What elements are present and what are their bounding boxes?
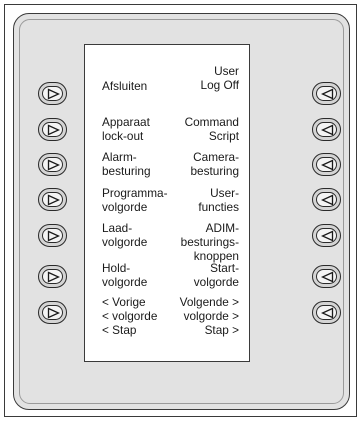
label-hold-volgorde: Hold- volgorde [102, 261, 148, 289]
triangle-left-icon [321, 271, 334, 283]
label-user-log-off: User Log Off [200, 64, 239, 92]
right-softkey-4[interactable] [312, 188, 341, 211]
triangle-right-icon [47, 271, 60, 283]
label-apparaat-lock-out: Apparaat lock-out [102, 115, 150, 143]
triangle-left-icon [321, 194, 334, 206]
label-command-script: Command Script [184, 115, 239, 143]
triangle-right-icon [47, 194, 60, 206]
triangle-left-icon [321, 159, 334, 171]
left-softkey-6[interactable] [38, 265, 67, 288]
left-softkey-3[interactable] [38, 153, 67, 176]
triangle-right-icon [47, 124, 60, 136]
triangle-right-icon [47, 159, 60, 171]
right-softkey-6[interactable] [312, 265, 341, 288]
label-vorige: < Vorige < volgorde < Stap [102, 295, 158, 337]
right-softkey-1[interactable] [312, 82, 341, 105]
left-softkey-1[interactable] [38, 82, 67, 105]
label-afsluiten: Afsluiten [102, 79, 148, 93]
label-laad-volgorde: Laad- volgorde [102, 221, 148, 249]
left-softkey-2[interactable] [38, 118, 67, 141]
triangle-right-icon [47, 307, 60, 319]
label-adim-besturingsknoppen: ADIM- besturings- knoppen [180, 221, 239, 263]
label-volgende: Volgende > volgorde > Stap > [179, 295, 239, 337]
triangle-left-icon [321, 230, 334, 242]
label-alarm-besturing: Alarm- besturing [102, 150, 151, 178]
display-screen: Afsluiten Apparaat lock-out Alarm- bestu… [84, 44, 250, 362]
right-softkey-7[interactable] [312, 301, 341, 324]
triangle-right-icon [47, 230, 60, 242]
left-softkey-7[interactable] [38, 301, 67, 324]
left-softkey-5[interactable] [38, 224, 67, 247]
label-user-functies: User- functies [198, 186, 239, 214]
right-softkey-2[interactable] [312, 118, 341, 141]
right-softkey-3[interactable] [312, 153, 341, 176]
left-softkey-4[interactable] [38, 188, 67, 211]
triangle-left-icon [321, 88, 334, 100]
right-softkey-5[interactable] [312, 224, 341, 247]
label-start-volgorde: Start- volgorde [193, 261, 239, 289]
label-camera-besturing: Camera- besturing [190, 150, 239, 178]
triangle-left-icon [321, 124, 334, 136]
label-programma-volgorde: Programma- volgorde [102, 186, 168, 214]
triangle-left-icon [321, 307, 334, 319]
triangle-right-icon [47, 88, 60, 100]
